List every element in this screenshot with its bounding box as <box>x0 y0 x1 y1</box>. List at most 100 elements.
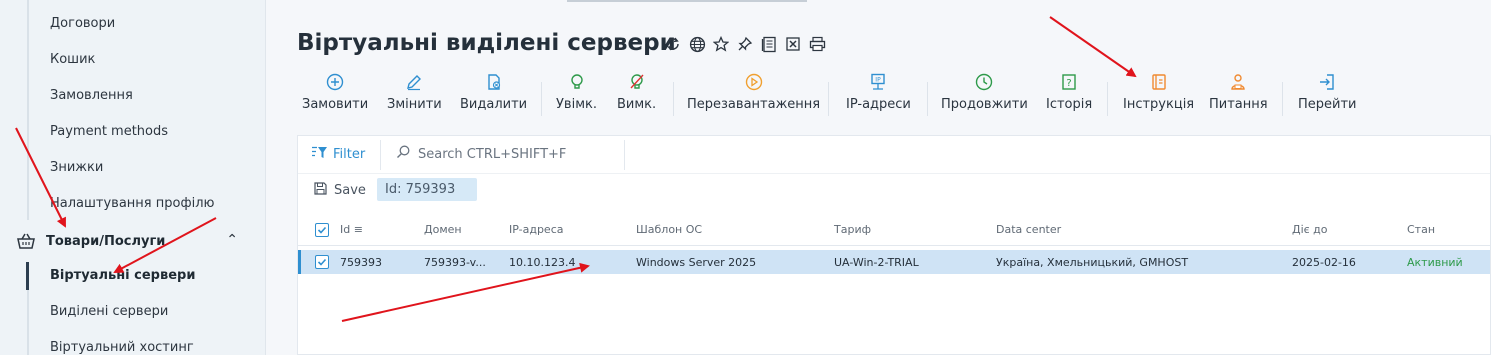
column-datacenter[interactable]: Data center <box>996 223 1061 236</box>
turn-off-label: Вимк. <box>617 97 657 112</box>
filter-icon <box>312 146 328 163</box>
column-status[interactable]: Стан <box>1407 223 1435 236</box>
sidebar-item-profile-settings[interactable]: Налаштування профілю <box>50 196 214 211</box>
restart-label: Перезавантаження <box>687 97 821 112</box>
pencil-icon <box>404 72 424 92</box>
save-disk-icon <box>314 182 327 199</box>
column-valid-until[interactable]: Діє до <box>1292 223 1328 236</box>
search-icon <box>396 145 410 163</box>
edit-label: Змінити <box>387 97 442 112</box>
instruction-label: Інструкція <box>1123 97 1195 112</box>
order-label: Замовити <box>302 97 369 112</box>
filter-label: Filter <box>333 147 366 162</box>
id-filter-chip[interactable]: Id: 759393 <box>377 178 477 201</box>
restart-button[interactable]: Перезавантаження <box>687 72 820 120</box>
filter-button[interactable]: Filter <box>312 146 365 163</box>
table-header: Id ≡ Домен IP-адреса Шаблон ОС Тариф Dat… <box>298 214 1490 246</box>
sidebar-item-virtual-hosting[interactable]: Віртуальний хостинг <box>50 340 194 355</box>
cell-os-template: Windows Server 2025 <box>636 256 757 269</box>
toolbar-separator <box>1107 82 1108 116</box>
turn-off-button[interactable]: Вимк. <box>617 72 656 120</box>
go-to-label: Перейти <box>1298 97 1357 112</box>
excel-icon[interactable] <box>784 35 802 53</box>
svg-text:?: ? <box>1066 78 1071 89</box>
cell-datacenter: Україна, Хмельницький, GMHOST <box>996 256 1189 269</box>
column-id-label: Id <box>340 223 351 236</box>
question-label: Питання <box>1209 97 1268 112</box>
history-button[interactable]: ? Історія <box>1046 72 1092 120</box>
delete-button[interactable]: Видалити <box>460 72 527 120</box>
instruction-button[interactable]: Інструкція <box>1123 72 1194 120</box>
restart-icon <box>744 72 764 92</box>
ip-icon: IP <box>868 72 888 92</box>
sidebar-item-payment-methods[interactable]: Payment methods <box>50 124 168 139</box>
star-icon[interactable] <box>712 35 730 53</box>
main-content: Віртуальні виділені сервери Замовити Змі… <box>267 0 1491 355</box>
search-input[interactable]: Search CTRL+SHIFT+F <box>396 145 566 163</box>
sidebar: Договори Кошик Замовлення Payment method… <box>0 0 266 355</box>
login-icon <box>1317 72 1337 92</box>
top-divider <box>567 0 807 2</box>
instruction-icon <box>1149 72 1169 92</box>
sidebar-item-dedicated-servers[interactable]: Виділені сервери <box>50 304 168 319</box>
bulb-on-icon <box>567 72 587 92</box>
question-button[interactable]: Питання <box>1209 72 1268 120</box>
column-ip[interactable]: IP-адреса <box>509 223 564 236</box>
refresh-icon[interactable] <box>664 35 682 53</box>
toolbar-separator <box>541 82 542 116</box>
cell-status: Активний <box>1407 256 1463 269</box>
chevron-up-icon[interactable]: ⌃ <box>226 232 238 248</box>
data-panel: Filter Search CTRL+SHIFT+F Save Id: 7593… <box>297 135 1491 355</box>
turn-on-button[interactable]: Увімк. <box>556 72 597 120</box>
sidebar-rail <box>27 0 29 220</box>
clock-icon <box>974 72 994 92</box>
column-os-template[interactable]: Шаблон ОС <box>636 223 702 236</box>
column-id[interactable]: Id ≡ <box>340 223 363 236</box>
save-button[interactable]: Save <box>314 182 366 199</box>
column-domain[interactable]: Домен <box>424 223 462 236</box>
cell-id: 759393 <box>340 256 382 269</box>
edit-button[interactable]: Змінити <box>387 72 442 120</box>
plus-circle-icon <box>325 72 345 92</box>
sort-icon[interactable]: ≡ <box>354 223 363 236</box>
column-tariff[interactable]: Тариф <box>834 223 871 236</box>
go-to-button[interactable]: Перейти <box>1298 72 1357 120</box>
active-indicator <box>26 262 29 290</box>
toolbar-separator <box>828 82 829 116</box>
search-placeholder: Search CTRL+SHIFT+F <box>418 146 567 162</box>
filter-separator <box>380 140 381 170</box>
question-user-icon <box>1228 72 1248 92</box>
history-icon: ? <box>1059 72 1079 92</box>
title-actions <box>664 35 826 53</box>
globe-icon[interactable] <box>688 35 706 53</box>
toolbar-separator <box>673 82 674 116</box>
ip-addresses-button[interactable]: IP IP-адреси <box>846 72 911 120</box>
save-row: Save Id: 759393 <box>298 174 1490 206</box>
row-checkbox[interactable] <box>315 255 329 269</box>
pin-icon[interactable] <box>736 35 754 53</box>
bulb-off-icon <box>627 72 647 92</box>
toolbar-separator <box>927 82 928 116</box>
renew-button[interactable]: Продовжити <box>941 72 1028 120</box>
ip-addresses-label: IP-адреси <box>846 97 911 112</box>
sidebar-item-virtual-servers[interactable]: Віртуальні сервери <box>50 268 195 283</box>
cell-valid-until: 2025-02-16 <box>1292 256 1356 269</box>
select-all-checkbox[interactable] <box>315 223 329 237</box>
filter-row: Filter Search CTRL+SHIFT+F <box>298 136 1490 174</box>
delete-file-icon <box>484 72 504 92</box>
table-row[interactable]: 759393 759393-v... 10.10.123.4 Windows S… <box>298 250 1490 274</box>
sidebar-item-contracts[interactable]: Договори <box>50 16 115 31</box>
svg-text:IP: IP <box>876 77 882 84</box>
sidebar-item-discounts[interactable]: Знижки <box>50 160 103 175</box>
cell-ip: 10.10.123.4 <box>509 256 576 269</box>
sidebar-group-products[interactable]: Товари/Послуги ⌃ <box>16 230 246 252</box>
history-label: Історія <box>1046 97 1093 112</box>
page-title: Віртуальні виділені сервери <box>297 30 676 56</box>
cell-domain: 759393-v... <box>424 256 486 269</box>
sidebar-item-orders[interactable]: Замовлення <box>50 88 133 103</box>
search-separator <box>624 140 625 170</box>
document-icon[interactable] <box>760 35 778 53</box>
sidebar-item-cart[interactable]: Кошик <box>50 52 95 67</box>
print-icon[interactable] <box>808 35 826 53</box>
order-button[interactable]: Замовити <box>302 72 368 120</box>
